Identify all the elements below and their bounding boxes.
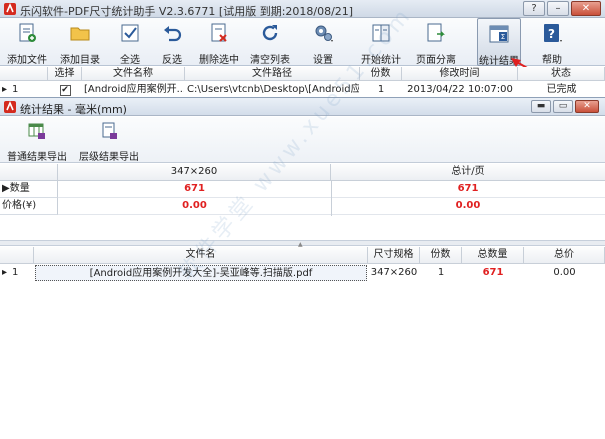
add-file-label: 添加文件 (7, 55, 47, 66)
app-logo-icon (4, 3, 16, 15)
folder-icon (70, 27, 90, 41)
child-logo-icon (4, 101, 16, 113)
select-all-button[interactable]: 全选 (110, 18, 150, 66)
summary-row-quantity[interactable]: ▶数量 (0, 181, 58, 198)
quantity-label: 数量 (9, 183, 30, 194)
child-maximize-button[interactable]: ▭ (553, 100, 573, 113)
detail-table: 文件名 尺寸规格 份数 总数量 总价 ▸ 1 [Android应用案例开发大全]… (0, 247, 605, 287)
clear-list-label: 清空列表 (250, 55, 290, 66)
detail-row-size: 347×260 (370, 267, 418, 278)
help-icon: ? (544, 24, 562, 42)
summary-grid: 347×260 总计/页 ▶数量 671 671 价格(¥) 0.00 0.00 (0, 164, 605, 216)
export-layer-label: 层级结果导出 (79, 152, 139, 163)
panel-splitter[interactable]: ▲ (0, 240, 605, 248)
add-file-icon (19, 23, 36, 42)
child-title-bar: 统计结果 - 毫米(mm) ▬ ▭ ✕ (0, 98, 605, 116)
invert-selection-button[interactable]: 反选 (152, 18, 192, 66)
child-close-button[interactable]: ✕ (575, 100, 599, 113)
row-marker: ▶ (2, 183, 10, 194)
detail-row-file-name[interactable]: [Android应用案例开发大全]-吴亚峰等.扫描版.pdf (35, 265, 367, 281)
price-size-value: 0.00 (58, 198, 331, 215)
detail-header-size[interactable]: 尺寸规格 (368, 247, 420, 264)
start-stats-label: 开始统计 (361, 55, 401, 66)
row-file-path: C:\Users\vtcnb\Desktop\[Android应... (187, 84, 359, 95)
checkbox-icon (121, 24, 139, 42)
header-status[interactable]: 状态 (518, 67, 605, 81)
row-status: 已完成 (546, 84, 577, 95)
export-normal-label: 普通结果导出 (7, 152, 67, 163)
app-title: 乐闪软件-PDF尺寸统计助手 V2.3.6771 [试用版 到期:2018/08… (20, 5, 354, 18)
refresh-icon (262, 25, 278, 41)
delete-file-icon (211, 23, 227, 42)
select-all-label: 全选 (120, 55, 140, 66)
header-file-name[interactable]: 文件名称 (82, 67, 185, 81)
header-copies[interactable]: 份数 (360, 67, 402, 81)
child-minimize-button[interactable]: ▬ (531, 100, 551, 113)
child-toolbar: 普通结果导出 层级结果导出 (0, 117, 605, 163)
row-marker: ▸ (2, 267, 8, 278)
start-stats-button[interactable]: 开始统计 (358, 18, 404, 66)
add-dir-button[interactable]: 添加目录 (56, 18, 104, 66)
detail-header-index (0, 247, 34, 264)
row-check-mark: ✔ (59, 85, 71, 96)
detail-header-copies[interactable]: 份数 (420, 247, 462, 264)
summary-col-size[interactable]: 347×260 (58, 164, 331, 181)
export-layer-button[interactable]: 层级结果导出 (76, 119, 142, 163)
header-file-path[interactable]: 文件路径 (185, 67, 360, 81)
detail-header-total-qty[interactable]: 总数量 (462, 247, 524, 264)
add-file-button[interactable]: 添加文件 (3, 18, 51, 66)
settings-label: 设置 (313, 55, 333, 66)
price-total-value: 0.00 (331, 198, 605, 215)
quantity-size-value: 671 (58, 181, 331, 198)
main-title-bar: 乐闪软件-PDF尺寸统计助手 V2.3.6771 [试用版 到期:2018/08… (0, 0, 605, 18)
split-pages-button[interactable]: 页面分离 (410, 18, 462, 66)
row-file-name: [Android应用案例开... (84, 84, 184, 95)
svg-text:Σ: Σ (501, 33, 505, 41)
summary-corner (0, 164, 58, 181)
detail-row-copies: 1 (437, 267, 445, 278)
quantity-total-value: 671 (331, 181, 605, 198)
split-pages-label: 页面分离 (416, 55, 456, 66)
minimize-button[interactable]: – (547, 1, 569, 16)
delete-selected-button[interactable]: 删除选中 (195, 18, 243, 66)
add-dir-label: 添加目录 (60, 55, 100, 66)
sum-icon: Σ (489, 25, 509, 43)
gear-icon (315, 25, 333, 42)
close-button[interactable]: ✕ (571, 1, 601, 16)
summary-col-total[interactable]: 总计/页 (331, 164, 605, 181)
row-copies: 1 (377, 84, 385, 95)
row-index: 1 (12, 84, 19, 95)
settings-button[interactable]: 设置 (303, 18, 343, 66)
header-index (0, 67, 48, 81)
file-table: 选择 文件名称 文件路径 份数 修改时间 状态 ▸ 1 ✔ [Android应用… (0, 67, 605, 97)
price-label: 价格(¥) (2, 200, 37, 211)
header-select[interactable]: 选择 (48, 67, 82, 81)
summary-row-price[interactable]: 价格(¥) (0, 198, 58, 215)
document-icon (372, 24, 390, 42)
detail-row-total-price: 0.00 (553, 267, 576, 278)
row-modified: 2013/04/22 10:07:00 (407, 84, 513, 95)
invert-label: 反选 (162, 55, 182, 66)
help-window-button[interactable]: ? (523, 1, 545, 16)
detail-row-total-qty: 671 (482, 267, 504, 278)
undo-icon (164, 26, 182, 42)
delete-selected-label: 删除选中 (199, 55, 239, 66)
excel-export-icon (28, 123, 45, 139)
header-modified[interactable]: 修改时间 (402, 67, 518, 81)
child-window-title: 统计结果 - 毫米(mm) (20, 103, 127, 116)
summary-divider (331, 181, 332, 216)
detail-row-index: 1 (12, 267, 19, 278)
stats-result-window: 统计结果 - 毫米(mm) ▬ ▭ ✕ 普通结果导出 层级结果导出 347×26… (0, 97, 605, 439)
export-normal-button[interactable]: 普通结果导出 (4, 119, 70, 163)
svg-text:?: ? (548, 27, 555, 41)
clear-list-button[interactable]: 清空列表 (246, 18, 294, 66)
layer-export-icon (102, 122, 117, 139)
detail-header-total-price[interactable]: 总价 (524, 247, 605, 264)
row-checkbox[interactable]: ✔ (56, 82, 74, 97)
split-icon (427, 23, 445, 42)
detail-header-file-name[interactable]: 文件名 (34, 247, 368, 264)
